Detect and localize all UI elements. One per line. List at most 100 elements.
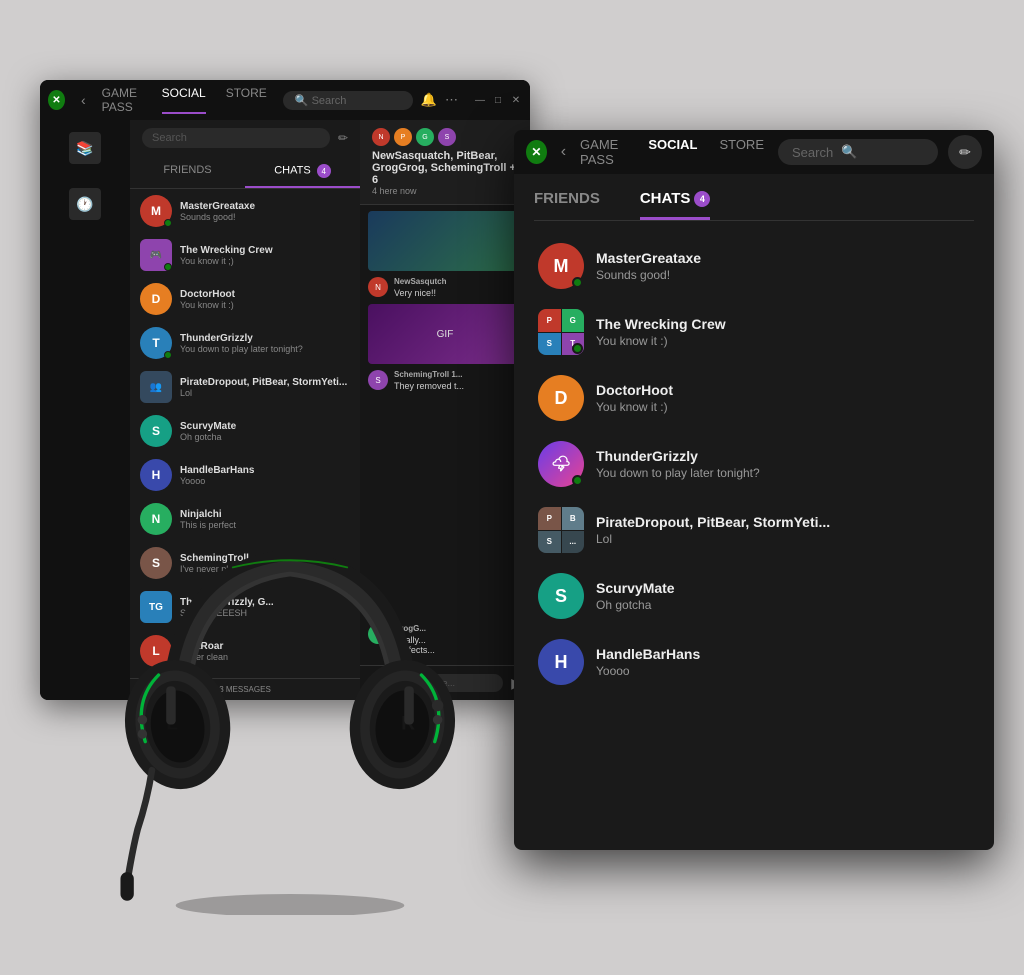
main-chat-item-doctorhoot[interactable]: D DoctorHoot You know it :) bbox=[534, 365, 974, 431]
bg-chat-header-name: NewSasquatch, PitBear, GrogGrog, Schemin… bbox=[372, 150, 518, 186]
main-friends-tab[interactable]: FRIENDS bbox=[534, 190, 600, 220]
bg-chat-msg-doctorhoot: You know it :) bbox=[180, 300, 235, 310]
main-chat-info-thundergrizzly: ThunderGrizzly You down to play later to… bbox=[596, 448, 970, 480]
main-avatar-wrap-handlebar: H bbox=[538, 639, 584, 685]
bg-msg-avatar-1: N bbox=[368, 277, 388, 297]
bg-more-icon[interactable]: ⋯ bbox=[445, 92, 458, 108]
bg-close-button[interactable]: ✕ bbox=[510, 94, 522, 106]
main-chat-item-piratedropout[interactable]: P B S ... PirateDropout, PitBear, StormY… bbox=[534, 497, 974, 563]
main-chat-msg-piratedropout: Lol bbox=[596, 532, 970, 546]
bg-online-dot-thundergrizzly bbox=[164, 351, 172, 359]
bg-chat-item-thundergrizzly[interactable]: T ThunderGrizzly You down to play later … bbox=[130, 321, 360, 365]
bg-search-bar[interactable]: 🔍 Search bbox=[283, 91, 413, 110]
main-search-placeholder-text: Search bbox=[792, 145, 833, 160]
main-nav-store[interactable]: STORE bbox=[719, 137, 764, 167]
main-body: FRIENDS CHATS4 M MasterGreataxe Sounds g… bbox=[514, 174, 994, 695]
main-chat-info-scurvymate: ScurvyMate Oh gotcha bbox=[596, 580, 970, 612]
bg-panel-search: Search ✏ bbox=[130, 120, 360, 156]
bg-online-dot bbox=[164, 219, 172, 227]
bg-chat-item-handlebar[interactable]: H HandleBarHans Yoooo bbox=[130, 453, 360, 497]
bg-sidebar-activity-icon[interactable]: 🕐 bbox=[69, 188, 101, 220]
main-chat-info-mastergreataxe: MasterGreataxe Sounds good! bbox=[596, 250, 970, 282]
bg-compose-icon[interactable]: ✏ bbox=[338, 131, 348, 145]
bg-chats-tab[interactable]: CHATS 4 bbox=[245, 156, 360, 188]
main-chat-info-doctorhoot: DoctorHoot You know it :) bbox=[596, 382, 970, 414]
main-nav-social[interactable]: SOCIAL bbox=[648, 137, 697, 167]
bg-chat-info-wrecking: The Wrecking Crew You know it ;) bbox=[180, 245, 273, 266]
bg-chat-name-thundergrizzly: ThunderGrizzly bbox=[180, 333, 303, 344]
main-search-bar[interactable]: Search 🔍 bbox=[778, 139, 938, 165]
bg-avatar-doctorhoot: D bbox=[140, 283, 172, 315]
bg-minimize-button[interactable]: — bbox=[474, 94, 486, 106]
main-chat-name-wrecking: The Wrecking Crew bbox=[596, 316, 970, 332]
main-avatar-handlebar: H bbox=[538, 639, 584, 685]
bg-chat-item-scurvymate[interactable]: S ScurvyMate Oh gotcha bbox=[130, 409, 360, 453]
main-nav-gamepass[interactable]: GAME PASS bbox=[580, 137, 626, 167]
bg-titlebar-right: 🔍 Search 🔔 ⋯ — □ ✕ bbox=[283, 91, 522, 110]
bg-search-placeholder: 🔍 Search bbox=[295, 94, 347, 107]
bg-chat-info-mastergreataxe: MasterGreataxe Sounds good! bbox=[180, 201, 255, 222]
bg-tabs: FRIENDS CHATS 4 bbox=[130, 156, 360, 189]
main-window: ✕ ‹ GAME PASS SOCIAL STORE Search 🔍 ✏ FR… bbox=[514, 130, 994, 850]
main-chat-item-wrecking[interactable]: P G S T The Wrecking Crew You know it :) bbox=[534, 299, 974, 365]
main-chat-msg-scurvymate: Oh gotcha bbox=[596, 598, 970, 612]
main-chat-item-mastergreataxe[interactable]: M MasterGreataxe Sounds good! bbox=[534, 233, 974, 299]
bg-avatar-scurvymate: S bbox=[140, 415, 172, 447]
main-group-cell-pd2: B bbox=[562, 507, 585, 530]
main-avatar-wrap-doctorhoot: D bbox=[538, 375, 584, 421]
bg-win-controls: — □ ✕ bbox=[474, 94, 522, 106]
bg-chat-item-mastergreataxe[interactable]: M MasterGreataxe Sounds good! bbox=[130, 189, 360, 233]
main-group-cell-pd1: P bbox=[538, 507, 561, 530]
bg-mini-av-2: P bbox=[394, 128, 412, 146]
main-group-cell-3: S bbox=[538, 333, 561, 356]
bg-nav-gamepass[interactable]: GAME PASS bbox=[102, 86, 142, 114]
bg-chat-item-wrecking[interactable]: 🎮 The Wrecking Crew You know it ;) bbox=[130, 233, 360, 277]
main-chat-name-doctorhoot: DoctorHoot bbox=[596, 382, 970, 398]
bg-msg-sender-2: SchemingTroll 1... bbox=[394, 370, 522, 379]
bg-chat-item-piratedropout[interactable]: 👥 PirateDropout, PitBear, StormYeti... L… bbox=[130, 365, 360, 409]
bg-msg-scheming: S SchemingTroll 1... They removed t... bbox=[368, 370, 522, 391]
bg-maximize-button[interactable]: □ bbox=[492, 94, 504, 106]
main-compose-button[interactable]: ✏ bbox=[948, 135, 982, 169]
main-nav-back-icon[interactable]: ‹ bbox=[561, 143, 566, 161]
bg-nav-social[interactable]: SOCIAL bbox=[162, 86, 206, 114]
bg-avatar-handlebar: H bbox=[140, 459, 172, 491]
bg-chat-name-piratedropout: PirateDropout, PitBear, StormYeti... bbox=[180, 377, 347, 388]
main-avatar-wrap-piratedropout: P B S ... bbox=[538, 507, 584, 553]
main-search-icon: 🔍 bbox=[841, 144, 857, 160]
main-chat-msg-wrecking: You know it :) bbox=[596, 334, 970, 348]
bg-search-input[interactable]: Search bbox=[142, 128, 330, 148]
bg-avatar-mastergreataxe: M bbox=[140, 195, 172, 227]
main-chat-item-handlebar[interactable]: H HandleBarHans Yoooo bbox=[534, 629, 974, 695]
main-chats-tab[interactable]: CHATS4 bbox=[640, 190, 711, 220]
main-chat-name-handlebar: HandleBarHans bbox=[596, 646, 970, 662]
bg-chat-msg-wrecking: You know it ;) bbox=[180, 256, 273, 266]
bg-mini-av-4: S bbox=[438, 128, 456, 146]
bg-nav-store[interactable]: STORE bbox=[226, 86, 267, 114]
bg-header-avatars: N P G S bbox=[372, 128, 518, 146]
bg-chat-msg-piratedropout: Lol bbox=[180, 388, 347, 398]
bg-friends-tab[interactable]: FRIENDS bbox=[130, 156, 245, 188]
main-chat-item-scurvymate[interactable]: S ScurvyMate Oh gotcha bbox=[534, 563, 974, 629]
bg-chat-info-piratedropout: PirateDropout, PitBear, StormYeti... Lol bbox=[180, 377, 347, 398]
main-chat-name-thundergrizzly: ThunderGrizzly bbox=[596, 448, 970, 464]
main-chat-item-thundergrizzly[interactable]: 🌩 ThunderGrizzly You down to play later … bbox=[534, 431, 974, 497]
main-chat-name-piratedropout: PirateDropout, PitBear, StormYeti... bbox=[596, 514, 970, 530]
bg-nav-items: GAME PASS SOCIAL STORE bbox=[102, 86, 267, 114]
bg-game-thumb-1 bbox=[368, 211, 522, 271]
main-chat-msg-doctorhoot: You know it :) bbox=[596, 400, 970, 414]
main-group-avatar-piratedropout: P B S ... bbox=[538, 507, 584, 553]
main-chat-msg-handlebar: Yoooo bbox=[596, 664, 970, 678]
main-online-dot-thundergrizzly bbox=[572, 475, 583, 486]
bg-msg-text-1: Very nice!! bbox=[394, 288, 522, 298]
bg-chat-item-doctorhoot[interactable]: D DoctorHoot You know it :) bbox=[130, 277, 360, 321]
bg-nav-back-icon[interactable]: ‹ bbox=[81, 92, 86, 108]
bg-search-text: Search bbox=[152, 132, 187, 144]
bg-chat-msg-scurvymate: Oh gotcha bbox=[180, 432, 236, 442]
bg-chat-info-handlebar: HandleBarHans Yoooo bbox=[180, 465, 254, 486]
bg-sidebar-library-icon[interactable]: 📚 bbox=[69, 132, 101, 164]
bg-chat-info-scurvymate: ScurvyMate Oh gotcha bbox=[180, 421, 236, 442]
bg-bell-icon[interactable]: 🔔 bbox=[421, 92, 437, 108]
bg-chat-name-wrecking: The Wrecking Crew bbox=[180, 245, 273, 256]
main-online-dot-wrecking bbox=[572, 343, 583, 354]
